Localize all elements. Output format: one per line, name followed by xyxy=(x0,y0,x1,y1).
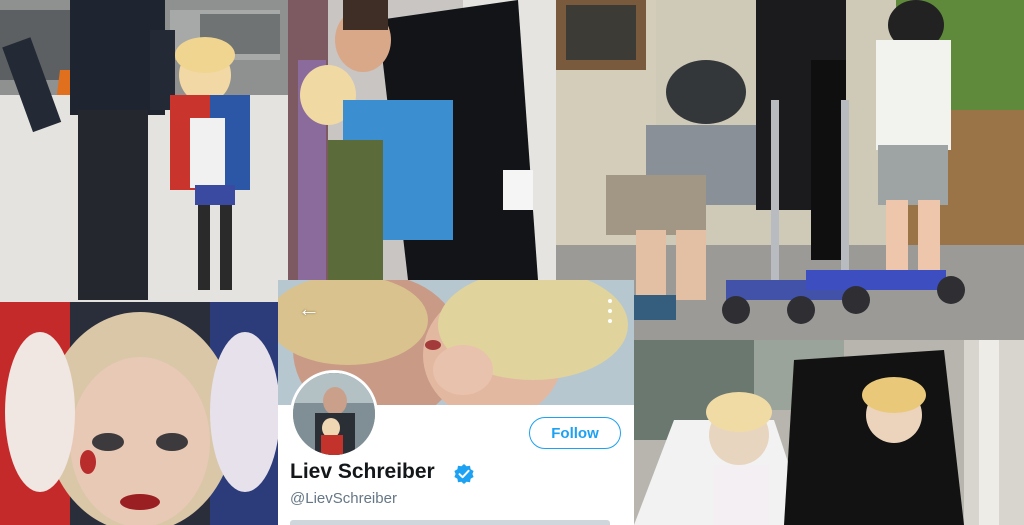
verified-badge-icon xyxy=(454,464,474,484)
avatar[interactable] xyxy=(290,370,378,458)
profile-display-name: Liev Schreiber xyxy=(290,460,435,483)
more-options-icon[interactable] xyxy=(600,296,620,326)
profile-handle: @LievSchreiber xyxy=(290,490,397,507)
halloween-photo xyxy=(634,340,1024,525)
costume-closeup-photo xyxy=(0,302,278,525)
profile-bio-cutoff xyxy=(290,519,610,525)
follow-button[interactable]: Follow xyxy=(529,417,621,449)
profile-card: ← Follow Liev Schreiber @LievSchreiber xyxy=(278,280,634,525)
street-photo xyxy=(0,0,288,302)
back-arrow-icon[interactable]: ← xyxy=(298,298,320,320)
kiss-photo xyxy=(288,0,556,280)
